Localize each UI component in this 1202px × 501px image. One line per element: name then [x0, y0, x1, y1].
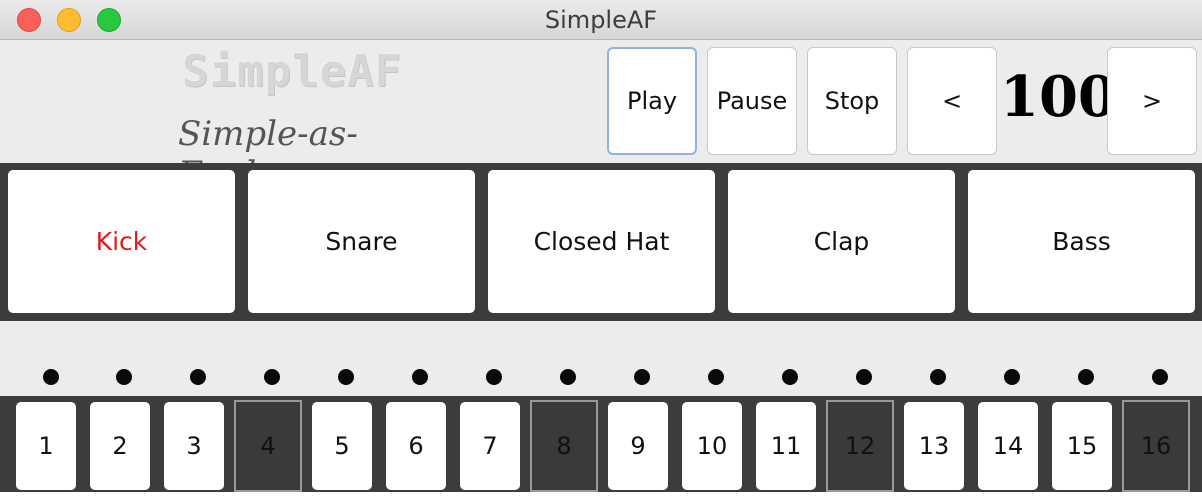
instrument-bass-button[interactable]: Bass	[968, 170, 1195, 313]
step-indicator-dot	[190, 369, 206, 385]
step-button-10[interactable]: 10	[682, 402, 742, 490]
step-button-1[interactable]: 1	[16, 402, 76, 490]
tempo-decrease-button[interactable]: <	[907, 47, 997, 155]
step-indicator-dot	[486, 369, 502, 385]
stop-button[interactable]: Stop	[807, 47, 897, 155]
step-indicator-dot	[264, 369, 280, 385]
step-indicator-dot	[43, 369, 59, 385]
instrument-kick-button[interactable]: Kick	[8, 170, 235, 313]
play-button[interactable]: Play	[607, 47, 697, 155]
window-title: SimpleAF	[544, 6, 658, 34]
step-button-5[interactable]: 5	[312, 402, 372, 490]
step-button-8[interactable]: 8	[530, 400, 598, 492]
step-sequencer: 1 2 3 4 5 6 7 8 9 10 11 12 13 14 15 16	[0, 396, 1202, 501]
step-button-13[interactable]: 13	[904, 402, 964, 490]
step-indicator-dot	[1152, 369, 1168, 385]
step-indicator-dot	[338, 369, 354, 385]
step-button-3[interactable]: 3	[164, 402, 224, 490]
step-button-16[interactable]: 16	[1122, 400, 1190, 492]
step-indicator-dot	[856, 369, 872, 385]
step-indicator-dot	[1078, 369, 1094, 385]
step-button-11[interactable]: 11	[756, 402, 816, 490]
step-button-9[interactable]: 9	[608, 402, 668, 490]
step-button-6[interactable]: 6	[386, 402, 446, 490]
step-indicator-dot	[116, 369, 132, 385]
step-button-4[interactable]: 4	[234, 400, 302, 492]
step-indicator-dot	[412, 369, 428, 385]
pause-button[interactable]: Pause	[707, 47, 797, 155]
step-indicator-dot	[708, 369, 724, 385]
step-indicator-dot	[1004, 369, 1020, 385]
instrument-snare-button[interactable]: Snare	[248, 170, 475, 313]
step-button-2[interactable]: 2	[90, 402, 150, 490]
step-button-12[interactable]: 12	[826, 400, 894, 492]
logo-title: SimpleAF	[182, 46, 402, 97]
title-bar: SimpleAF	[0, 0, 1202, 40]
step-indicator-dot	[782, 369, 798, 385]
tempo-value: 100	[1000, 64, 1117, 130]
step-button-7[interactable]: 7	[460, 402, 520, 490]
instrument-selector: Kick Snare Closed Hat Clap Bass	[0, 163, 1202, 321]
step-indicator-dot	[930, 369, 946, 385]
step-button-15[interactable]: 15	[1052, 402, 1112, 490]
header: SimpleAF Simple-as-Funk Play Pause Stop …	[0, 40, 1202, 194]
step-indicator-dot	[560, 369, 576, 385]
step-button-14[interactable]: 14	[978, 402, 1038, 490]
tempo-increase-button[interactable]: >	[1107, 47, 1197, 155]
instrument-closed-hat-button[interactable]: Closed Hat	[488, 170, 715, 313]
instrument-clap-button[interactable]: Clap	[728, 170, 955, 313]
bottom-edge	[0, 492, 1202, 501]
step-indicator-dot	[634, 369, 650, 385]
